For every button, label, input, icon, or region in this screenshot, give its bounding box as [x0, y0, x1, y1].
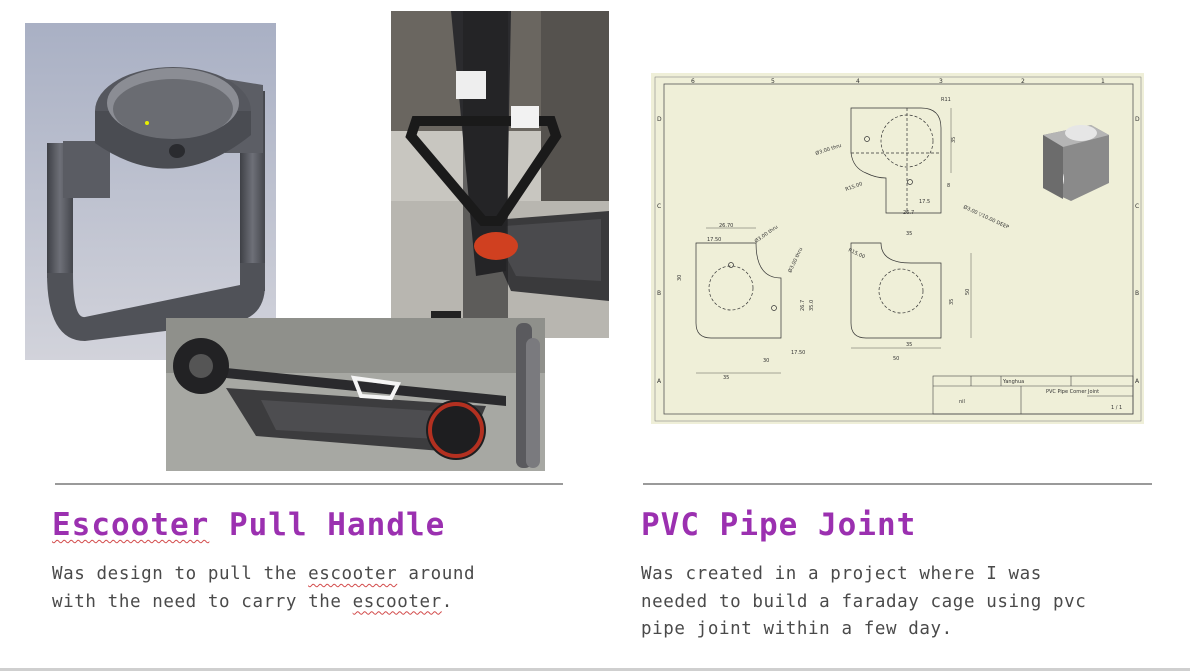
- col-number: 2: [1021, 78, 1025, 85]
- engineering-drawing: 6 5 4 3 2 1 D C B A D C B A R11 Ø3.00 th…: [651, 73, 1144, 424]
- desc-misspelled-word: escooter: [308, 564, 398, 584]
- dim-label: 17.5: [919, 199, 930, 205]
- title-block-sheet: 1 / 1: [1111, 405, 1122, 411]
- title-rest: Pull Handle: [209, 507, 446, 543]
- desc-text: around: [397, 564, 476, 584]
- scooter-stem-image: [391, 11, 609, 338]
- project-title-pvc-pipe-joint: PVC Pipe Joint: [641, 507, 917, 543]
- project-description-escooter: Was design to pull the escooter around w…: [52, 561, 475, 616]
- desc-text: .: [441, 591, 453, 612]
- dim-label: 35: [723, 375, 729, 381]
- col-number: 5: [771, 78, 775, 85]
- desc-line: Was created in a project where I was: [641, 564, 1042, 584]
- dim-label: 35: [949, 299, 955, 305]
- cad-handle-image: [25, 23, 276, 360]
- title-block-name: PVC Pipe Corner Joint: [1046, 389, 1099, 395]
- dim-label: 26.70: [719, 223, 733, 229]
- dim-label: 17.50: [791, 350, 805, 356]
- title-block-designer: Yanghua: [1002, 379, 1024, 385]
- photo-folded-scooter: [166, 318, 545, 471]
- dim-label: 35: [906, 231, 912, 237]
- col-number: 1: [1101, 78, 1105, 85]
- row-letter: B: [657, 290, 661, 297]
- cad-handle-render: [25, 23, 276, 360]
- divider-right: [643, 483, 1152, 485]
- row-letter: C: [1135, 203, 1139, 210]
- dim-label: 17.50: [707, 237, 721, 243]
- col-number: 3: [939, 78, 943, 85]
- dim-label: 35: [951, 137, 957, 143]
- drawing-sheet: 6 5 4 3 2 1 D C B A D C B A R11 Ø3.00 th…: [651, 73, 1144, 424]
- row-letter: C: [657, 203, 661, 210]
- col-number: 4: [856, 78, 860, 85]
- desc-line: pipe joint within a few day.: [641, 619, 953, 639]
- title-word: Escooter: [52, 507, 210, 543]
- dim-label: 50: [965, 289, 971, 295]
- dim-label: 30: [763, 358, 769, 364]
- folded-scooter-image: [166, 318, 545, 471]
- project-description-pvc: Was created in a project where I was nee…: [641, 561, 1086, 644]
- desc-text: Was design to pull the: [52, 564, 309, 584]
- desc-line: needed to build a faraday cage using pvc: [641, 591, 1087, 612]
- desc-text: with the need to carry the: [52, 591, 353, 612]
- row-letter: D: [1135, 116, 1140, 123]
- photo-scooter-stem: [391, 11, 609, 338]
- divider-left: [55, 483, 563, 485]
- row-letter: D: [657, 116, 662, 123]
- project-title-escooter-pull-handle: Escooter Pull Handle: [52, 507, 445, 543]
- col-number: 6: [691, 78, 695, 85]
- dim-label: 35.0: [809, 300, 815, 311]
- dim-label: 26.7: [903, 210, 914, 216]
- dim-label: 26.7: [800, 300, 806, 311]
- dim-label: 50: [893, 356, 899, 362]
- dim-label: 30: [677, 275, 683, 281]
- dim-label: 8: [947, 183, 950, 189]
- dim-label: 35: [906, 342, 912, 348]
- desc-misspelled-word: escooter: [352, 591, 442, 612]
- title-block-material: nil: [959, 399, 965, 405]
- row-letter: B: [1135, 290, 1139, 297]
- dim-label: R11: [941, 97, 951, 103]
